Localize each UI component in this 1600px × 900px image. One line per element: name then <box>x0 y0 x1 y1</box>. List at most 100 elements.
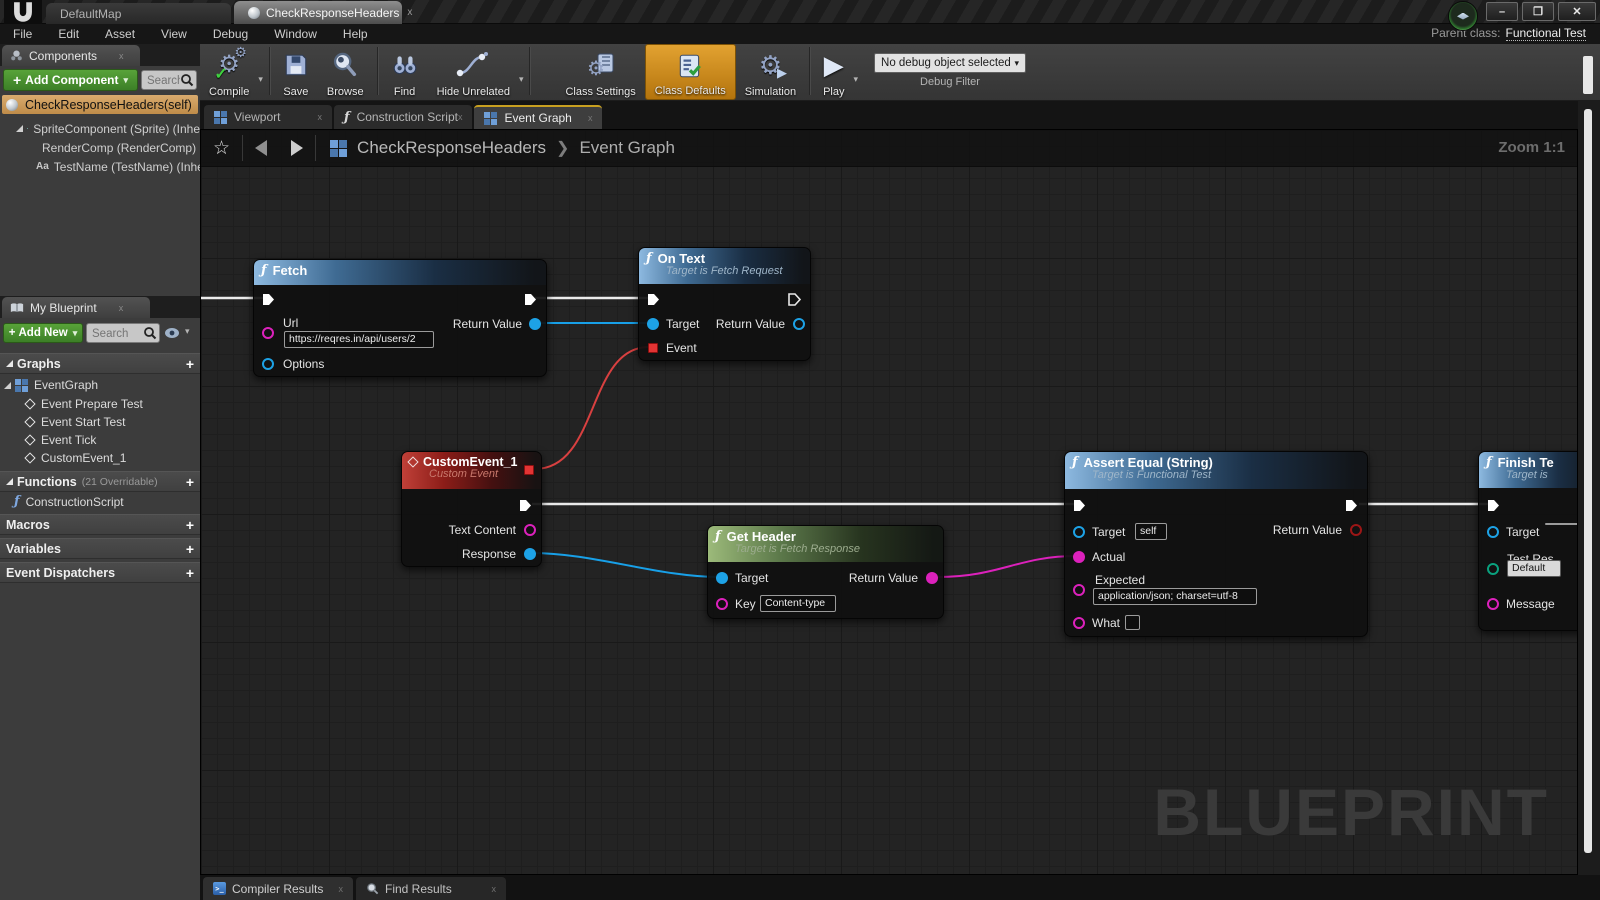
scrollbar-thumb[interactable] <box>1584 109 1592 853</box>
functions-section-header[interactable]: Functions (21 Overridable) + <box>0 471 200 492</box>
components-search[interactable] <box>141 70 197 90</box>
close-icon[interactable]: x <box>318 112 323 122</box>
node-get-header[interactable]: ƒGet Header Target is Fetch Response Tar… <box>707 525 944 619</box>
macros-section-header[interactable]: Macros + <box>0 514 200 535</box>
menu-debug[interactable]: Debug <box>200 27 261 41</box>
eye-dropdown-caret[interactable]: ▾ <box>185 326 190 337</box>
close-icon[interactable]: x <box>119 51 124 61</box>
menu-help[interactable]: Help <box>330 27 381 41</box>
tab-event-graph[interactable]: Event Graph x <box>474 105 602 129</box>
add-new-button[interactable]: + Add New ▾ <box>3 323 83 343</box>
return-value-pin[interactable] <box>529 318 541 330</box>
event-row[interactable]: Event Start Test <box>24 415 126 429</box>
target-pin[interactable] <box>716 572 728 584</box>
parent-class-link[interactable]: Functional Test <box>1506 26 1587 41</box>
browse-button[interactable]: Browse <box>318 44 373 100</box>
node-assert-equal[interactable]: ƒAssert Equal (String) Target is Functio… <box>1064 451 1368 637</box>
node-on-text[interactable]: ƒOn Text Target is Fetch Request Target … <box>638 247 811 361</box>
target-pin[interactable] <box>1487 526 1499 538</box>
delegate-out-pin[interactable] <box>524 465 534 475</box>
expected-value-box[interactable]: application/json; charset=utf-8 <box>1093 588 1257 605</box>
node-custom-event[interactable]: CustomEvent_1 Custom Event Text Content … <box>401 451 542 567</box>
node-header[interactable]: CustomEvent_1 Custom Event <box>402 452 541 489</box>
actual-pin[interactable] <box>1073 551 1085 563</box>
component-row-rendercomp[interactable]: RenderComp (RenderComp) ( <box>0 138 200 157</box>
key-value-box[interactable]: Content-type <box>760 595 836 612</box>
add-macro-icon[interactable]: + <box>186 517 194 533</box>
my-blueprint-tab[interactable]: My Blueprint x <box>2 297 150 318</box>
tutorial-icon[interactable] <box>1448 1 1478 31</box>
add-variable-icon[interactable]: + <box>186 541 194 557</box>
menu-asset[interactable]: Asset <box>92 27 148 41</box>
text-content-pin[interactable] <box>524 524 536 536</box>
back-arrow-icon[interactable] <box>255 140 267 156</box>
message-pin[interactable] <box>1487 598 1499 610</box>
close-icon[interactable]: x <box>458 112 463 122</box>
save-button[interactable]: Save <box>274 44 318 100</box>
construction-script-row[interactable]: ƒ ConstructionScript <box>14 494 124 509</box>
menu-view[interactable]: View <box>148 27 200 41</box>
node-header[interactable]: ƒOn Text Target is Fetch Request <box>639 248 810 284</box>
close-icon[interactable]: x <box>492 884 497 894</box>
tab-viewport[interactable]: Viewport x <box>204 105 332 129</box>
eye-filter-icon[interactable] <box>164 327 182 339</box>
node-fetch[interactable]: ƒFetch Return Value Url https://reqres.i… <box>253 259 547 377</box>
compile-button[interactable]: ⚙ ⚙ ✓ Compile <box>200 44 258 100</box>
debug-object-dropdown[interactable]: No debug object selected ▾ <box>874 53 1026 73</box>
add-component-button[interactable]: + Add Component ▾ <box>3 69 138 91</box>
menu-file[interactable]: File <box>0 27 45 41</box>
exec-in-pin[interactable] <box>262 293 276 306</box>
eventgraph-row[interactable]: EventGraph <box>4 378 98 392</box>
scrollbar-track[interactable] <box>1578 101 1600 875</box>
tab-construction-script[interactable]: ƒ Construction Script x <box>334 105 472 129</box>
minimize-button[interactable]: – <box>1486 2 1518 21</box>
close-icon[interactable]: x <box>339 884 344 894</box>
event-row[interactable]: Event Tick <box>24 433 96 447</box>
close-icon[interactable]: x <box>119 303 124 313</box>
play-dropdown-caret[interactable]: ▾ <box>853 74 858 85</box>
hide-unrelated-button[interactable]: Hide Unrelated <box>428 44 519 100</box>
exec-out-pin[interactable] <box>524 293 538 306</box>
expected-pin[interactable] <box>1073 584 1085 596</box>
exec-in-pin[interactable] <box>1487 499 1501 512</box>
add-function-icon[interactable]: + <box>186 474 194 490</box>
variables-section-header[interactable]: Variables + <box>0 538 200 559</box>
return-value-pin[interactable] <box>793 318 805 330</box>
tab-find-results[interactable]: Find Results x <box>356 877 506 900</box>
node-header[interactable]: ƒAssert Equal (String) Target is Functio… <box>1065 452 1367 489</box>
response-pin[interactable] <box>524 548 536 560</box>
event-row[interactable]: CustomEvent_1 <box>24 451 126 465</box>
event-row[interactable]: Event Prepare Test <box>24 397 143 411</box>
my-blueprint-search[interactable] <box>86 323 160 343</box>
menu-window[interactable]: Window <box>261 27 330 41</box>
node-header[interactable]: ƒFinish Te Target is <box>1479 452 1578 488</box>
exec-in-pin[interactable] <box>647 293 661 306</box>
return-value-pin[interactable] <box>926 572 938 584</box>
menu-edit[interactable]: Edit <box>45 27 92 41</box>
hide-unrelated-dropdown-caret[interactable]: ▾ <box>519 74 524 85</box>
what-value-box[interactable] <box>1125 615 1140 630</box>
node-header[interactable]: ƒGet Header Target is Fetch Response <box>708 526 943 562</box>
class-settings-button[interactable]: ⚙ Class Settings <box>556 44 644 100</box>
scrollbar-top[interactable] <box>1583 56 1593 94</box>
close-icon[interactable]: x <box>407 7 412 18</box>
simulation-button[interactable]: ⚙ ▶ Simulation <box>736 44 805 100</box>
target-value-box[interactable] <box>1545 523 1578 525</box>
expander-icon[interactable] <box>16 125 23 132</box>
breadcrumb-current[interactable]: Event Graph <box>579 138 674 158</box>
test-result-dropdown[interactable]: Default <box>1507 560 1561 577</box>
target-pin[interactable] <box>647 318 659 330</box>
exec-out-pin[interactable] <box>1345 499 1359 512</box>
tab-compiler-results[interactable]: >_ Compiler Results x <box>203 877 353 900</box>
event-graph-canvas[interactable]: BLUEPRINT ƒFetch Return Value Url https:… <box>200 129 1578 875</box>
component-self-row[interactable]: CheckResponseHeaders(self) <box>2 95 198 114</box>
node-header[interactable]: ƒFetch <box>254 260 546 285</box>
component-row-testname[interactable]: Aa TestName (TestName) (Inher <box>0 157 200 176</box>
exec-out-pin[interactable] <box>788 293 802 306</box>
options-pin[interactable] <box>262 358 274 370</box>
test-result-pin[interactable] <box>1487 563 1499 575</box>
add-dispatcher-icon[interactable]: + <box>186 565 194 581</box>
exec-out-pin[interactable] <box>519 499 533 512</box>
star-icon[interactable]: ☆ <box>201 137 242 160</box>
url-value-box[interactable]: https://reqres.in/api/users/2 <box>284 331 434 348</box>
